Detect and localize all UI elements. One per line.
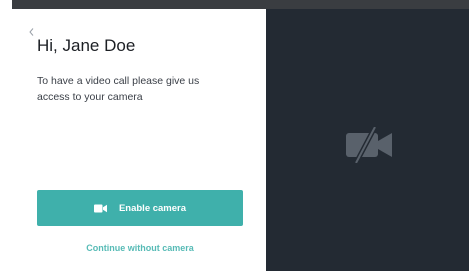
greeting-title: Hi, Jane Doe: [37, 36, 136, 55]
camera-access-description: To have a video call please give us acce…: [37, 75, 200, 103]
camera-permission-panel: Hi, Jane Doe To have a video call please…: [12, 9, 266, 271]
enable-camera-label: Enable camera: [118, 202, 187, 214]
window-top-bar: [12, 0, 469, 9]
video-call-setup-window: Hi, Jane Doe To have a video call please…: [0, 0, 469, 271]
camera-preview-area: [266, 9, 469, 271]
camera-off-icon: [344, 125, 394, 165]
chevron-left-icon[interactable]: [27, 24, 37, 36]
enable-camera-button[interactable]: Enable camera: [37, 190, 243, 226]
continue-without-camera-link[interactable]: Continue without camera: [37, 243, 243, 253]
video-camera-icon: [93, 204, 107, 213]
